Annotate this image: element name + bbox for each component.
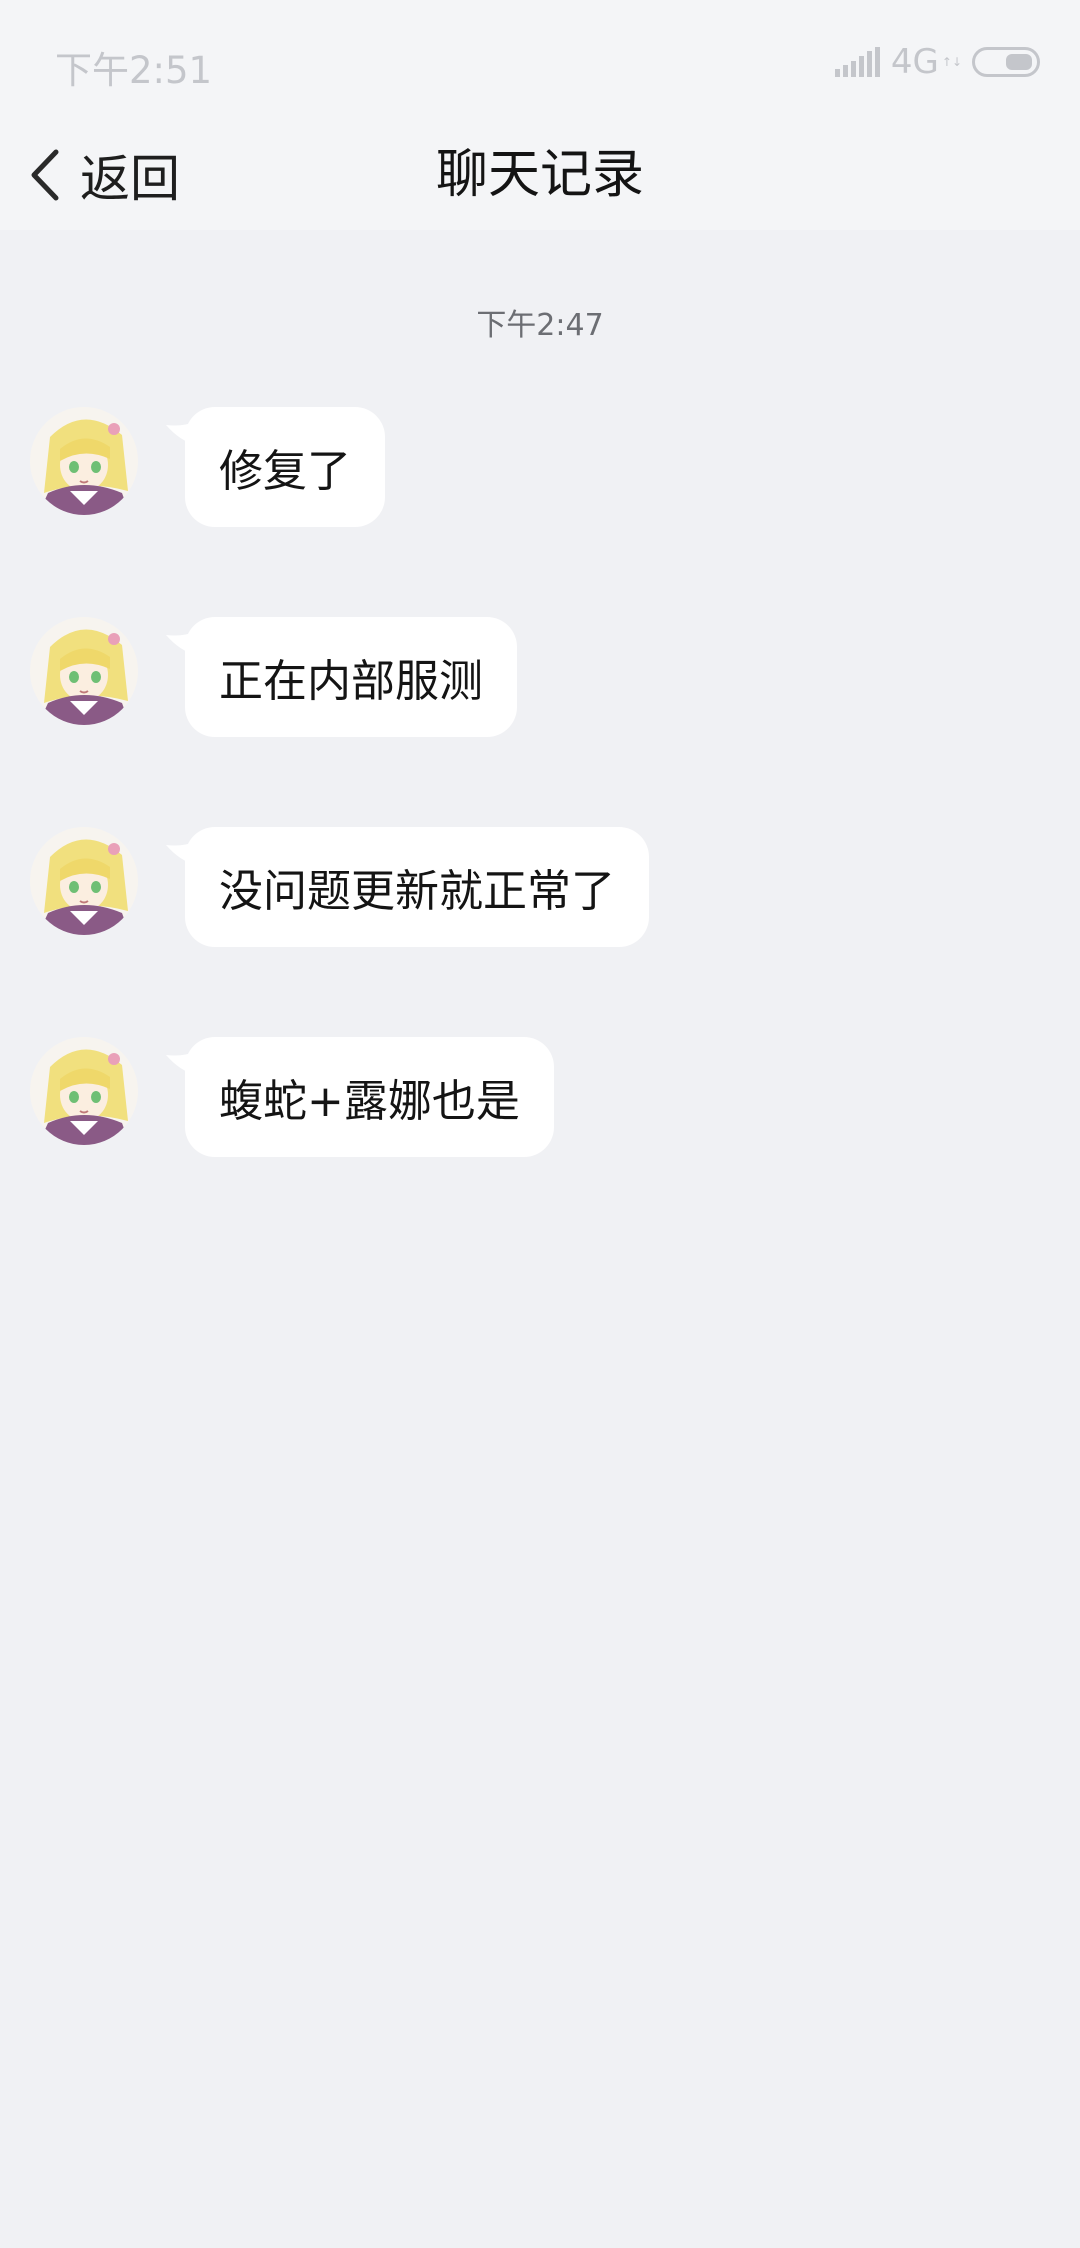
avatar-image xyxy=(30,1037,138,1145)
message-row: 没问题更新就正常了 xyxy=(0,827,1080,947)
avatar[interactable] xyxy=(30,1037,138,1145)
avatar[interactable] xyxy=(30,827,138,935)
back-label: 返回 xyxy=(80,150,180,208)
battery-icon xyxy=(972,47,1040,77)
message-bubble[interactable]: 蝮蛇+露娜也是 xyxy=(185,1037,554,1157)
message-row: 正在内部服测 xyxy=(0,617,1080,737)
status-bar: 下午2:51 4G ↑↓ xyxy=(0,0,1080,118)
chat-history[interactable]: 下午2:47 修复了 正在内部服测 没问题更新就正常了 蝮蛇+露娜也是 xyxy=(0,230,1080,2248)
signal-bars-icon xyxy=(834,47,880,77)
message-bubble[interactable]: 修复了 xyxy=(185,407,385,527)
status-time: 下午2:51 xyxy=(55,49,213,92)
network-type: 4G ↑↓ xyxy=(891,42,962,82)
avatar[interactable] xyxy=(30,617,138,725)
message-timestamp: 下午2:47 xyxy=(476,308,604,343)
chevron-left-icon xyxy=(31,149,59,201)
message-bubble[interactable]: 没问题更新就正常了 xyxy=(185,827,649,947)
network-type-label: 4G xyxy=(890,42,939,82)
avatar-image xyxy=(30,827,138,935)
message-row: 修复了 xyxy=(0,407,1080,527)
back-button[interactable]: 返回 xyxy=(28,140,180,210)
status-indicators: 4G ↑↓ xyxy=(834,40,1040,84)
avatar-image xyxy=(30,407,138,515)
message-row: 蝮蛇+露娜也是 xyxy=(0,1037,1080,1157)
avatar[interactable] xyxy=(30,407,138,515)
network-activity-icon: ↑↓ xyxy=(941,55,962,69)
message-bubble[interactable]: 正在内部服测 xyxy=(185,617,517,737)
nav-bar: 聊天记录 返回 xyxy=(0,118,1080,230)
avatar-image xyxy=(30,617,138,725)
